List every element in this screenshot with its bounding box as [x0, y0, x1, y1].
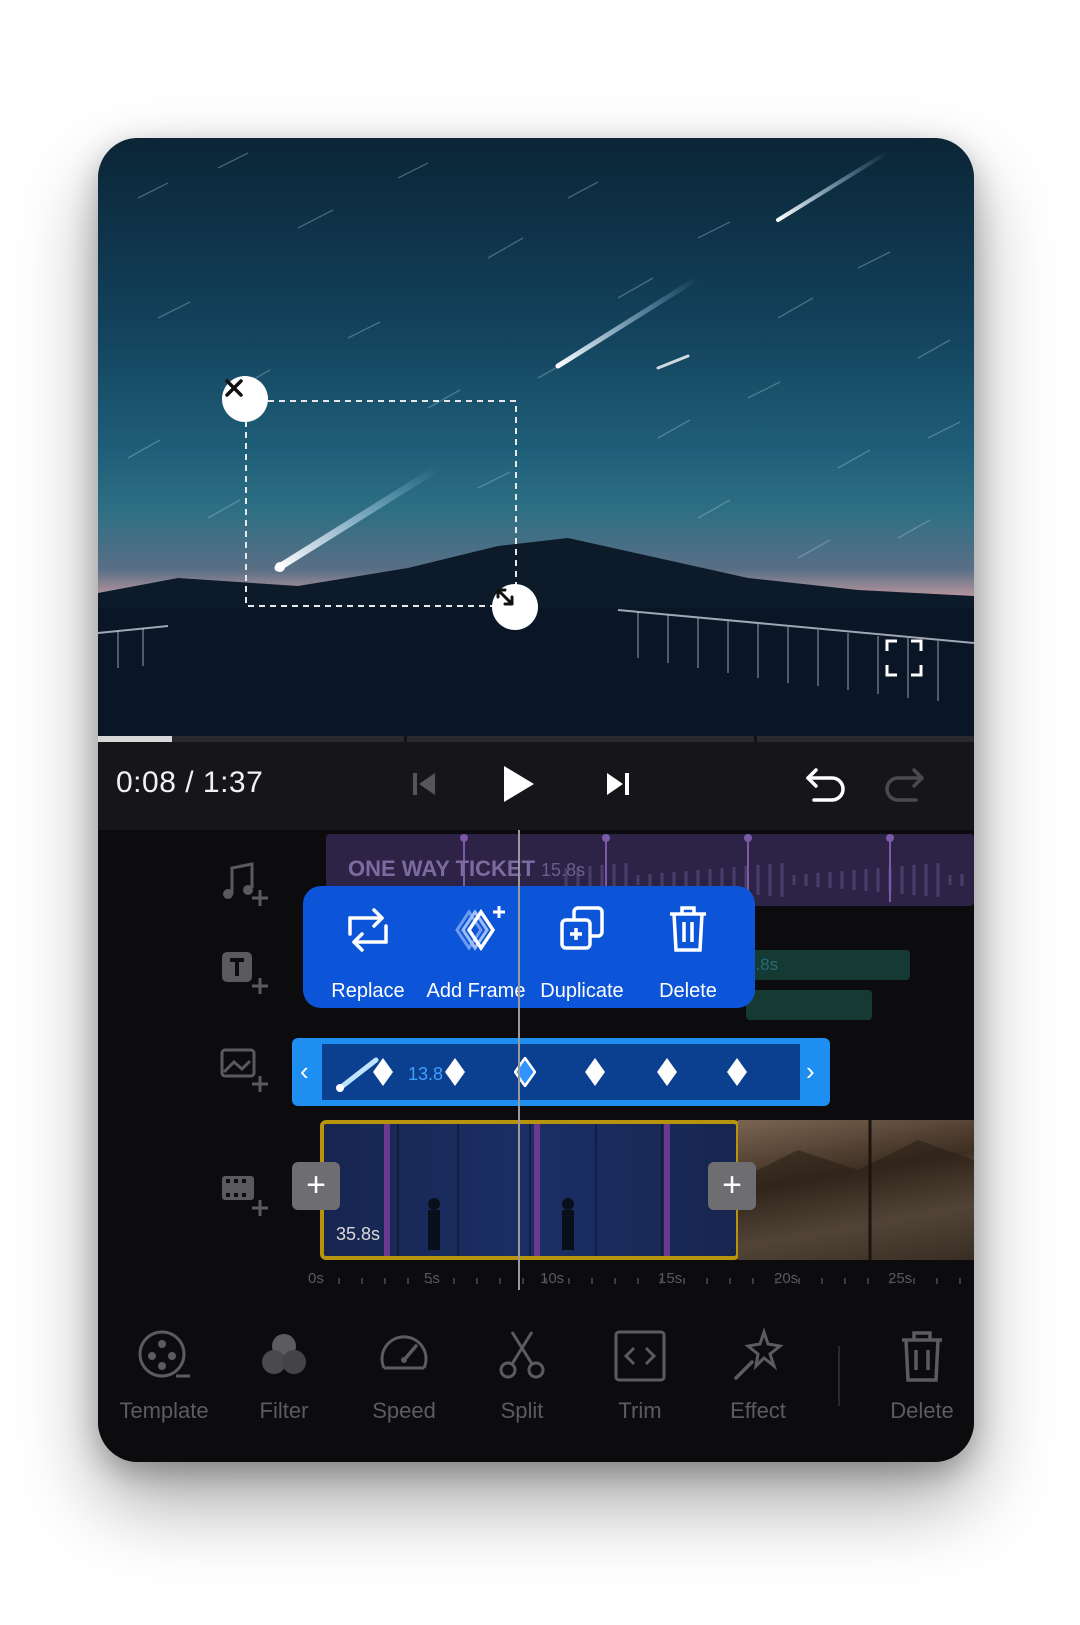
- add-music-track-button[interactable]: [220, 860, 272, 908]
- ruler-tick: 10s: [540, 1270, 565, 1287]
- clip-action-menu: Replace Add Frame Duplicate Delete: [303, 886, 755, 1008]
- time-ruler: 0s 5s 10s 15s 20s 25s: [308, 1266, 974, 1296]
- next-video-clip[interactable]: [738, 1120, 974, 1260]
- scissors-icon: [499, 1331, 545, 1379]
- trash-icon: [902, 1331, 942, 1382]
- sticker-clip[interactable]: ‹ › 13.8: [292, 1038, 830, 1106]
- ruler-tick: 20s: [774, 1270, 799, 1287]
- sticker-length: 13.8: [408, 1064, 444, 1084]
- bottom-toolbar: Template Filter Speed Split Trim Effect …: [98, 1318, 974, 1462]
- fullscreen-button[interactable]: [884, 638, 924, 678]
- split-button[interactable]: Split: [462, 1328, 582, 1438]
- speed-icon: [380, 1335, 428, 1370]
- play-button[interactable]: [494, 760, 542, 808]
- add-sticker-track-button[interactable]: [220, 1046, 272, 1094]
- undo-icon: [806, 768, 845, 802]
- ruler-tick: 0s: [308, 1270, 324, 1287]
- sticker-right-handle[interactable]: ›: [806, 1056, 815, 1087]
- insert-transition-button[interactable]: +: [708, 1162, 756, 1210]
- resize-arrows-icon: [496, 588, 514, 606]
- total-time: 1:37: [202, 766, 264, 799]
- undo-button[interactable]: [802, 760, 850, 808]
- current-time: 0:08: [116, 766, 177, 799]
- skip-back-icon: [413, 773, 435, 795]
- add-video-track-button[interactable]: [220, 1170, 272, 1218]
- text-clip[interactable]: 5.8s: [746, 950, 910, 980]
- music-length: 15.8s: [541, 860, 586, 880]
- template-icon: [138, 1330, 190, 1378]
- play-icon: [504, 766, 534, 802]
- sticker-left-handle[interactable]: ‹: [300, 1056, 309, 1087]
- fullscreen-icon: [885, 639, 923, 677]
- keyframe-diamond[interactable]: [444, 1057, 466, 1087]
- trim-icon: [614, 1330, 666, 1382]
- delete-clip-button[interactable]: Delete: [862, 1328, 974, 1438]
- add-image-icon: [220, 1048, 268, 1092]
- close-icon: [225, 379, 243, 397]
- redo-button[interactable]: [880, 760, 928, 808]
- effect-icon: [734, 1328, 784, 1380]
- add-text-track-button[interactable]: [220, 948, 272, 996]
- duplicate-button[interactable]: Duplicate: [527, 904, 637, 1004]
- redo-icon: [885, 768, 924, 802]
- keyframe-diamond[interactable]: [372, 1057, 394, 1087]
- keyframe-diamond[interactable]: [726, 1057, 748, 1087]
- phone-frame: 0:08 / 1:37 ONE WAY TICKET 15.8s 5.8s Re…: [98, 138, 974, 1462]
- resize-sticker-handle[interactable]: [492, 584, 538, 630]
- insert-clip-before-button[interactable]: +: [292, 1162, 340, 1210]
- duplicate-icon: [560, 906, 604, 950]
- text-clip-2[interactable]: [746, 990, 872, 1020]
- night-sky-image: [98, 150, 974, 738]
- filter-icon: [262, 1334, 306, 1374]
- sticker-clip-body: 13.8: [322, 1044, 800, 1100]
- skip-back-button[interactable]: [400, 760, 448, 808]
- replace-icon: [348, 908, 388, 952]
- skip-forward-icon: [607, 773, 629, 795]
- add-frame-icon: [455, 906, 505, 952]
- video-thumbnails: [384, 1124, 670, 1256]
- template-button[interactable]: Template: [104, 1328, 224, 1438]
- add-text-icon: [222, 952, 268, 994]
- video-clip-length: 35.8s: [336, 1224, 381, 1244]
- effect-button[interactable]: Effect: [698, 1328, 818, 1438]
- video-preview[interactable]: [98, 138, 974, 738]
- trash-icon: [670, 906, 706, 952]
- keyframe-diamond[interactable]: [584, 1057, 606, 1087]
- filter-button[interactable]: Filter: [224, 1328, 344, 1438]
- remove-sticker-button[interactable]: [222, 376, 268, 422]
- skip-forward-button[interactable]: [594, 760, 642, 808]
- add-music-icon: [223, 862, 268, 906]
- delete-button[interactable]: Delete: [633, 904, 743, 1004]
- keyframe-diamond[interactable]: [656, 1057, 678, 1087]
- replace-button[interactable]: Replace: [313, 904, 423, 1004]
- transport-bar: 0:08 / 1:37: [98, 742, 974, 830]
- playhead[interactable]: [518, 830, 520, 1290]
- timeline[interactable]: ONE WAY TICKET 15.8s 5.8s Replace Add Fra…: [98, 830, 974, 1318]
- add-video-icon: [222, 1176, 268, 1216]
- music-title: ONE WAY TICKET 15.8s: [348, 856, 586, 881]
- trim-button[interactable]: Trim: [580, 1328, 700, 1438]
- speed-button[interactable]: Speed: [344, 1328, 464, 1438]
- add-frame-button[interactable]: Add Frame: [421, 904, 531, 1004]
- video-clip-selected[interactable]: 35.8s: [320, 1120, 740, 1260]
- timecode: 0:08 / 1:37: [116, 766, 264, 799]
